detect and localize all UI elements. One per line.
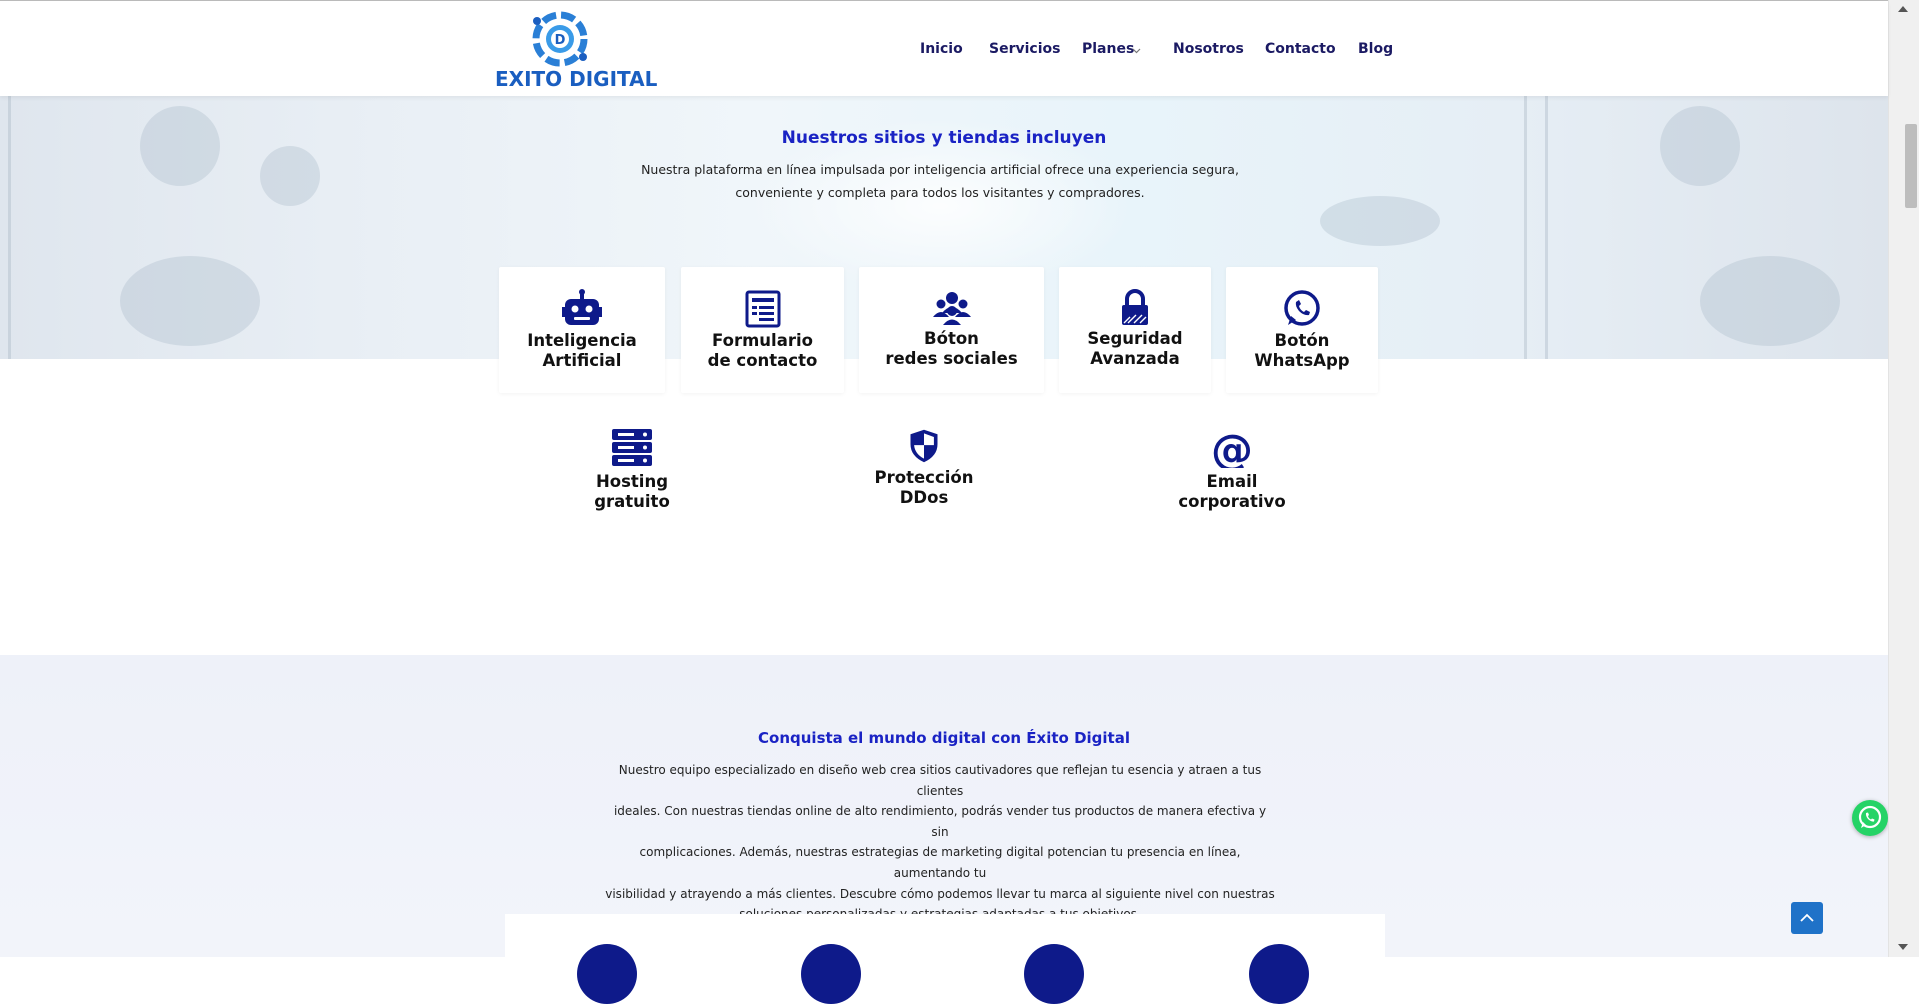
chevron-up-icon xyxy=(1800,913,1814,922)
logo-text: EXITO DIGITAL xyxy=(495,67,658,91)
site-header: D EXITO DIGITAL Inicio Servicios Planes … xyxy=(0,1,1888,96)
server-icon xyxy=(612,429,652,466)
lock-icon xyxy=(1122,289,1148,325)
form-icon xyxy=(745,290,780,328)
site-logo[interactable]: D EXITO DIGITAL xyxy=(495,9,658,95)
feature-ddos: Protección DDos xyxy=(849,428,999,508)
nav-inicio[interactable]: Inicio xyxy=(920,41,963,57)
bg-decoration xyxy=(1700,256,1840,346)
feature-card-form: Formulario de contacto xyxy=(681,267,844,393)
logo-gear-icon: D xyxy=(532,11,588,67)
feature-hosting: Hosting gratuito xyxy=(557,428,707,512)
desc-line: Nuestra plataforma en línea impulsada po… xyxy=(641,162,1239,177)
section-description: Nuestro equipo especializado en diseño w… xyxy=(605,760,1275,925)
scroll-down-arrow-icon[interactable] xyxy=(1898,944,1908,950)
service-circle-icon xyxy=(577,944,637,1004)
shield-icon xyxy=(910,429,938,463)
section-title: Nuestros sitios y tiendas incluyen xyxy=(781,128,1107,148)
users-icon xyxy=(932,292,971,325)
bg-decoration xyxy=(120,256,260,346)
feature-label: Inteligencia Artificial xyxy=(527,331,637,370)
feature-label: Formulario de contacto xyxy=(707,331,818,370)
whatsapp-icon xyxy=(1858,805,1882,829)
feature-card-social: Bóton redes sociales xyxy=(859,267,1044,393)
whatsapp-float-button[interactable] xyxy=(1852,800,1888,836)
feature-card-whatsapp: Botón WhatsApp xyxy=(1226,267,1378,393)
service-circle-icon xyxy=(1249,944,1309,1004)
desc-line: visibilidad y atrayendo a más clientes. … xyxy=(605,886,1275,901)
feature-label: Email corporativo xyxy=(1178,472,1286,511)
feature-label: Seguridad Avanzada xyxy=(1087,329,1183,368)
nav-servicios[interactable]: Servicios xyxy=(989,41,1060,57)
scrollbar-thumb[interactable] xyxy=(1905,124,1917,208)
nav-nosotros[interactable]: Nosotros xyxy=(1173,41,1244,57)
nav-contacto[interactable]: Contacto xyxy=(1265,41,1336,57)
chevron-down-icon xyxy=(1132,48,1141,54)
at-icon: @ xyxy=(1211,428,1253,468)
feature-label: Bóton redes sociales xyxy=(885,329,1018,368)
feature-label: Botón WhatsApp xyxy=(1254,331,1350,370)
section-description: Nuestra plataforma en línea impulsada po… xyxy=(640,158,1240,204)
feature-label: Hosting gratuito xyxy=(594,472,670,511)
svg-text:D: D xyxy=(555,33,566,48)
back-to-top-button[interactable] xyxy=(1791,902,1823,934)
feature-label: Protección DDos xyxy=(874,468,974,507)
feature-email: @ Email corporativo xyxy=(1157,428,1307,512)
bg-decoration xyxy=(1320,196,1440,246)
svg-text:@: @ xyxy=(1211,428,1253,468)
section-title: Conquista el mundo digital con Éxito Dig… xyxy=(758,729,1130,747)
scroll-up-arrow-icon[interactable] xyxy=(1898,6,1908,12)
bg-decoration xyxy=(260,146,320,206)
desc-line: ideales. Con nuestras tiendas online de … xyxy=(613,804,1267,839)
desc-line: complicaciones. Además, nuestras estrate… xyxy=(639,845,1241,880)
feature-card-security: Seguridad Avanzada xyxy=(1059,267,1211,393)
nav-blog[interactable]: Blog xyxy=(1358,41,1393,57)
robot-icon xyxy=(562,289,602,325)
nav-planes[interactable]: Planes xyxy=(1082,41,1134,57)
desc-line: Nuestro equipo especializado en diseño w… xyxy=(618,763,1262,798)
service-circle-icon xyxy=(801,944,861,1004)
desc-line: conveniente y completa para todos los vi… xyxy=(735,185,1145,200)
feature-card-ai: Inteligencia Artificial xyxy=(499,267,665,393)
services-panel xyxy=(505,914,1385,957)
whatsapp-icon xyxy=(1284,290,1320,326)
service-circle-icon xyxy=(1024,944,1084,1004)
